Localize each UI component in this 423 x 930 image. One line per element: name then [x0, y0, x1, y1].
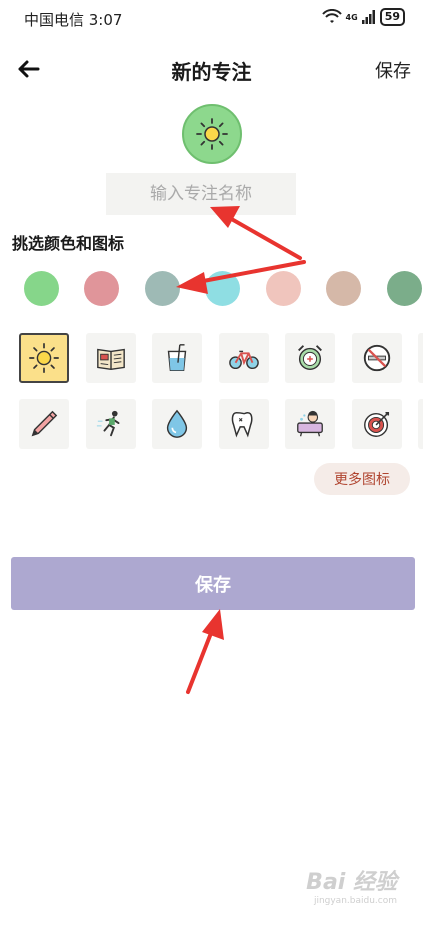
tooth-icon — [231, 411, 253, 438]
color-swatch-pink[interactable] — [84, 271, 119, 306]
icon-option-bathtub[interactable] — [285, 399, 335, 449]
carrier-time: 中国电信 3:07 — [24, 11, 123, 29]
icon-option-partial-row2[interactable] — [418, 399, 423, 449]
color-swatch-green[interactable] — [24, 271, 59, 306]
icon-option-alarm-clock[interactable] — [285, 333, 335, 383]
save-button[interactable]: 保存 — [11, 557, 415, 610]
pencil-icon — [31, 410, 58, 437]
icon-option-sun[interactable] — [19, 333, 69, 383]
battery-indicator: 59 — [379, 8, 405, 26]
color-swatch-sage[interactable] — [387, 271, 422, 306]
icon-option-drink[interactable] — [152, 333, 202, 383]
arrow-to-save-button — [186, 609, 224, 694]
wifi-icon — [321, 9, 342, 23]
sun-icon — [196, 118, 228, 150]
icon-option-book[interactable] — [86, 333, 136, 383]
color-swatch-peach[interactable] — [266, 271, 301, 306]
drink-icon — [167, 344, 187, 371]
focus-name-input[interactable] — [106, 173, 296, 215]
save-top-button[interactable]: 保存 — [375, 57, 411, 83]
color-palette — [24, 271, 423, 307]
more-icons-button[interactable]: 更多图标 — [314, 463, 410, 495]
color-swatch-teal-gray[interactable] — [145, 271, 180, 306]
watermark-main: Bai 经验 — [306, 870, 397, 895]
target-icon — [364, 411, 390, 437]
sun-icon — [29, 343, 59, 373]
no-smoking-icon — [363, 344, 391, 372]
water-drop-icon — [166, 409, 188, 438]
page-title: 新的专注 — [171, 60, 252, 84]
signal-icon — [361, 10, 375, 24]
icon-option-runner[interactable] — [86, 399, 136, 449]
icon-option-water-drop[interactable] — [152, 399, 202, 449]
runner-icon — [96, 410, 120, 437]
bicycle-icon — [229, 350, 259, 370]
focus-preview-icon — [182, 104, 242, 164]
book-icon — [97, 348, 125, 371]
icon-option-bicycle[interactable] — [219, 333, 269, 383]
watermark: Bai 经验 jingyan.baidu.com — [306, 864, 397, 906]
network-type: 4G — [345, 12, 358, 22]
status-bar: 中国电信 3:07 4G 59 — [0, 0, 423, 36]
icon-option-target[interactable] — [352, 399, 402, 449]
alarm-clock-icon — [298, 345, 322, 370]
icon-option-tooth[interactable] — [219, 399, 269, 449]
header: 新的专注 保存 — [0, 48, 423, 88]
icon-option-no-smoking[interactable] — [352, 333, 402, 383]
watermark-sub: jingyan.baidu.com — [313, 896, 397, 906]
icon-grid — [19, 333, 423, 453]
color-icon-section-label: 挑选颜色和图标 — [12, 234, 125, 253]
color-swatch-tan[interactable] — [326, 271, 361, 306]
color-swatch-cyan[interactable] — [205, 271, 240, 306]
icon-option-partial-row1[interactable] — [418, 333, 423, 383]
bathtub-icon — [297, 410, 323, 437]
icon-option-pencil[interactable] — [19, 399, 69, 449]
status-icons: 4G 59 — [321, 8, 405, 26]
